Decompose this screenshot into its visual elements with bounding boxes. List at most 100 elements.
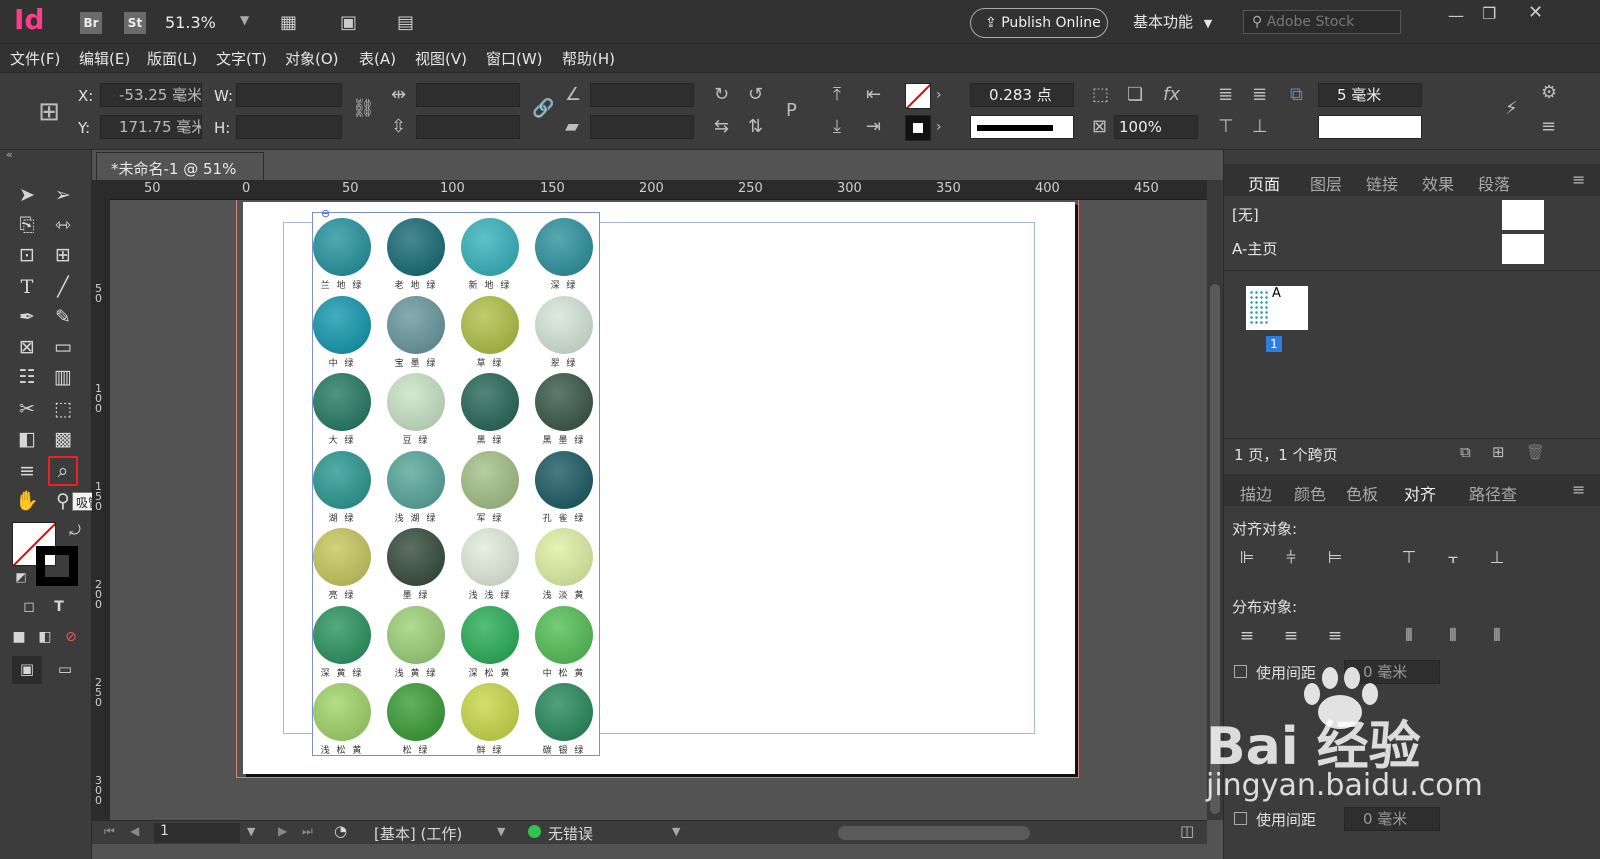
align-bottom-edges-icon[interactable]: ⊥	[1486, 548, 1508, 570]
color-swatch[interactable]	[387, 683, 445, 741]
color-swatch[interactable]	[387, 218, 445, 276]
color-swatch[interactable]	[313, 295, 371, 354]
width-field[interactable]	[236, 83, 342, 107]
opacity-field[interactable]: 100%	[1114, 115, 1198, 139]
panel-menu-icon[interactable]: ≡	[1572, 170, 1585, 189]
frame-fitting-icon[interactable]: ⬚	[1092, 85, 1109, 105]
menu-edit[interactable]: 编辑(E)	[79, 48, 130, 69]
align-right-edges-icon[interactable]: ⊨	[1324, 548, 1346, 570]
color-swatch[interactable]	[535, 373, 593, 431]
previous-page-icon[interactable]: ◀	[130, 824, 139, 838]
chevron-right-icon[interactable]: ›	[936, 117, 942, 137]
gear-icon[interactable]: ⚙	[1541, 83, 1557, 103]
master-a-label[interactable]: A-主页	[1232, 238, 1277, 259]
menu-help[interactable]: 帮助(H)	[562, 48, 615, 69]
use-spacing-checkbox[interactable]	[1234, 665, 1247, 678]
apply-gradient-icon[interactable]: ◧	[32, 624, 58, 650]
drop-shadow-icon[interactable]: ❏	[1127, 85, 1143, 105]
horizontal-scroll-thumb[interactable]	[838, 826, 1030, 840]
color-swatch[interactable]	[313, 605, 371, 664]
select-previous-icon[interactable]: ⇤	[866, 85, 881, 105]
frame-preview-select[interactable]	[1318, 115, 1422, 139]
tab-links[interactable]: 链接	[1366, 171, 1398, 195]
direct-selection-tool-icon[interactable]: ➢	[50, 182, 76, 208]
split-view-icon[interactable]: ◫	[1180, 822, 1194, 840]
spacing-value-field[interactable]: 0 毫米	[1344, 660, 1440, 684]
chevron-down-icon[interactable]: ▼	[497, 825, 505, 838]
color-swatch[interactable]	[535, 528, 593, 586]
menu-object[interactable]: 对象(O)	[285, 48, 339, 69]
color-swatch[interactable]	[461, 295, 519, 354]
color-swatch[interactable]	[313, 450, 371, 509]
spacing-value-field-2[interactable]: 0 毫米	[1344, 807, 1440, 831]
color-swatch[interactable]	[387, 605, 445, 664]
adobe-stock-search[interactable]: ⚲ Adobe Stock	[1243, 10, 1401, 34]
align-right-text-icon[interactable]: ≣	[1252, 85, 1267, 105]
scissors-tool-icon[interactable]: ✂	[14, 396, 40, 422]
rotate-ccw-icon[interactable]: ↺	[748, 85, 763, 105]
hand-tool-icon[interactable]: ✋	[14, 488, 40, 514]
first-page-icon[interactable]: ⏮	[104, 824, 115, 839]
rotate-cw-icon[interactable]: ↻	[714, 85, 729, 105]
stroke-swatch[interactable]	[905, 115, 931, 141]
content-placer-icon[interactable]: ⊞	[50, 242, 76, 268]
formatting-container-icon[interactable]: ◻	[16, 594, 42, 620]
rectangle-frame-tool-icon[interactable]: ⊠	[14, 334, 40, 360]
chevron-down-icon[interactable]: ▼	[247, 825, 255, 838]
publish-online-button[interactable]: ⇪ Publish Online	[970, 8, 1108, 38]
color-swatch[interactable]	[461, 373, 519, 431]
pen-tool-icon[interactable]: ✒	[14, 304, 40, 330]
use-spacing-checkbox-2[interactable]	[1234, 812, 1247, 825]
menu-window[interactable]: 窗口(W)	[486, 48, 543, 69]
stroke-type-select[interactable]	[970, 115, 1074, 139]
page-1-thumbnail[interactable]: A	[1246, 286, 1308, 330]
stroke-weight-field[interactable]: 0.283 点	[970, 83, 1074, 107]
align-vertical-centers-icon[interactable]: ⫟	[1442, 548, 1464, 570]
color-swatch[interactable]	[387, 295, 445, 354]
y-position-field[interactable]: 171.75 毫米	[100, 115, 202, 139]
formatting-text-icon[interactable]: T	[46, 594, 72, 620]
menu-view[interactable]: 视图(V)	[415, 48, 467, 69]
link-scale-icon[interactable]: 🔗	[532, 99, 554, 119]
color-swatch[interactable]	[313, 528, 371, 586]
page-number-field[interactable]: 1	[154, 823, 240, 843]
color-swatch[interactable]	[461, 683, 519, 741]
color-swatch[interactable]	[313, 683, 371, 741]
align-left-text-icon[interactable]: ≣	[1218, 85, 1233, 105]
reference-point-icon[interactable]: ⊞	[32, 95, 66, 129]
select-next-icon[interactable]: ⇥	[866, 117, 881, 137]
collapse-panel-icon[interactable]: «	[6, 148, 13, 161]
tab-pathfinder[interactable]: 路径查	[1469, 481, 1517, 505]
master-none-label[interactable]: [无]	[1232, 204, 1259, 225]
workspace-switcher[interactable]: 基本功能 ▼	[1133, 11, 1212, 32]
close-button[interactable]: ✕	[1528, 2, 1543, 23]
master-none-thumbnail[interactable]	[1502, 200, 1544, 230]
select-container-icon[interactable]: ⤒	[833, 85, 841, 105]
note-tool-icon[interactable]: ≡	[14, 458, 40, 484]
chevron-down-icon[interactable]: ▼	[672, 825, 680, 838]
flip-vertical-icon[interactable]: ⇅	[748, 117, 763, 137]
rectangle-tool-icon[interactable]: ▭	[50, 334, 76, 360]
grid-tool-icon[interactable]: ▥	[50, 364, 76, 390]
preview-mode-icon[interactable]: ▭	[52, 656, 78, 682]
tab-paragraph[interactable]: 段落	[1478, 171, 1510, 195]
menu-file[interactable]: 文件(F)	[10, 48, 60, 69]
tab-swatches[interactable]: 色板	[1346, 481, 1378, 505]
gradient-feather-tool-icon[interactable]: ▩	[50, 426, 76, 452]
free-transform-tool-icon[interactable]: ⬚	[50, 396, 76, 422]
panel-menu-icon[interactable]: ≡	[1541, 117, 1556, 137]
image-frame[interactable]: ⊖ 兰 地 绿 老 地 绿 新 地 绿 深 绿中 绿 宝 墨 绿 草 绿 翠 绿大 绿 豆 绿…	[312, 207, 600, 756]
arrange-documents-icon[interactable]: ▤	[397, 12, 414, 33]
vertical-scrollbar[interactable]	[1207, 180, 1223, 820]
restore-button[interactable]: ❐	[1482, 4, 1496, 23]
stock-button[interactable]: St	[124, 12, 146, 34]
x-position-field[interactable]: -53.25 毫米	[100, 83, 202, 107]
zoom-level[interactable]: 51.3%	[165, 13, 216, 32]
color-swatch[interactable]	[461, 605, 519, 664]
color-swatch[interactable]	[387, 450, 445, 509]
spacing-field[interactable]: 5 毫米	[1318, 83, 1422, 107]
scale-x-field[interactable]	[416, 83, 520, 107]
table-tool-icon[interactable]: ☷	[14, 364, 40, 390]
line-tool-icon[interactable]: ╱	[50, 274, 76, 300]
scroll-thumb[interactable]	[1210, 284, 1220, 814]
